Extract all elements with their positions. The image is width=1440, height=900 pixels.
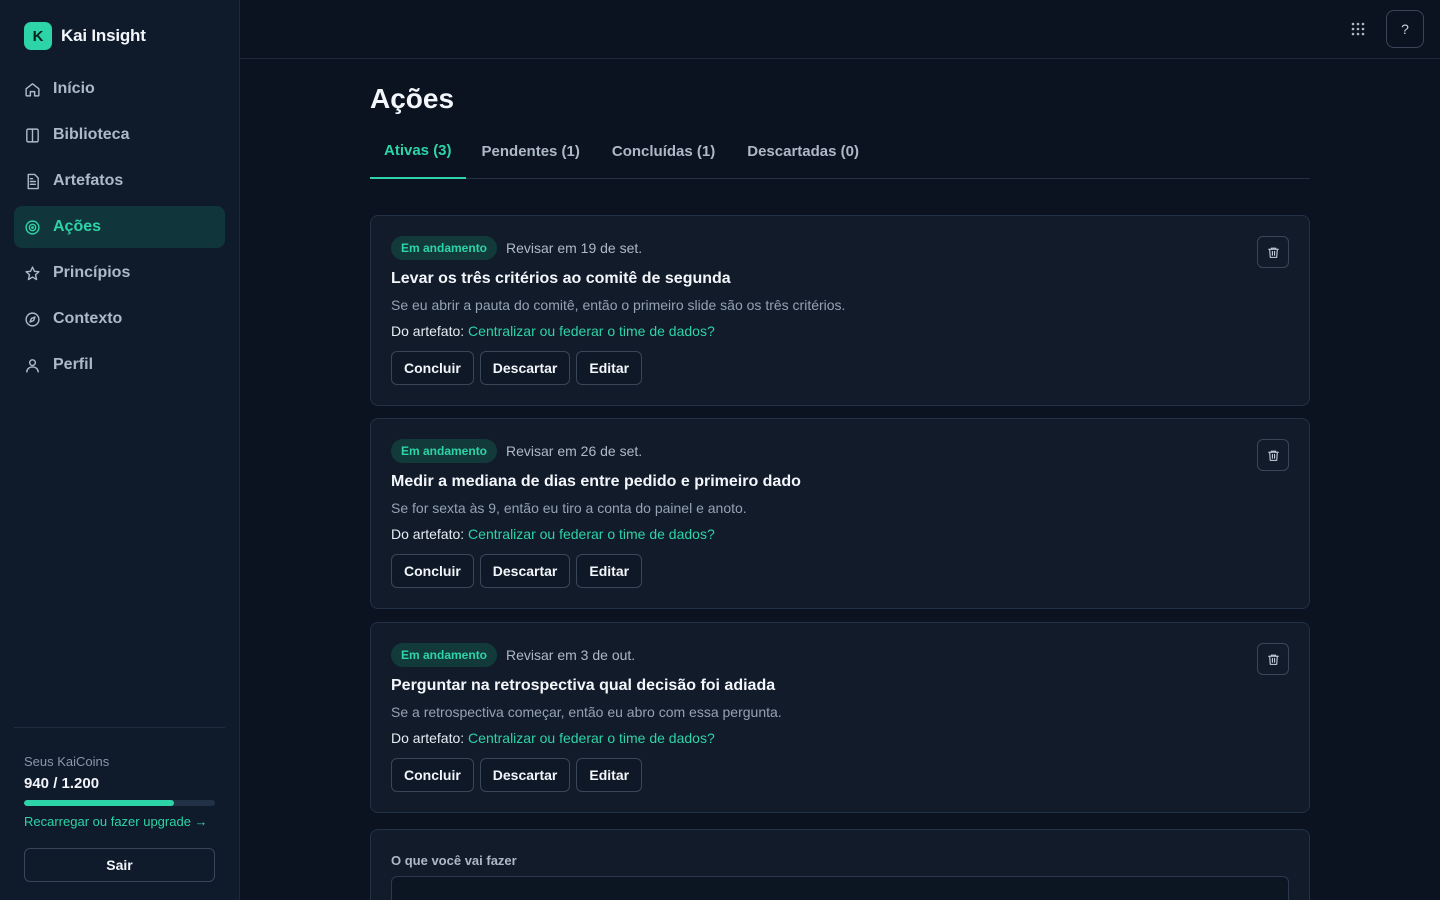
page-title: Ações <box>370 83 455 114</box>
new-action-form: O que você vai fazer <box>370 829 1310 900</box>
coins-value: 940 / 1.200 <box>24 775 100 792</box>
sidebar-item-artefatos[interactable]: Artefatos <box>14 160 225 202</box>
action-card: Em andamento Revisar em 26 de set. Medir… <box>370 418 1310 609</box>
document-icon <box>27 173 39 189</box>
source-link[interactable]: Centralizar ou federar o time de dados? <box>468 526 715 542</box>
action-title: Levar os três critérios ao comitê de seg… <box>391 270 731 287</box>
sidebar-item-label: Início <box>53 80 95 97</box>
brand[interactable]: K Kai Insight <box>24 22 146 50</box>
sidebar-item-perfil[interactable]: Perfil <box>14 344 225 386</box>
sidebar-item-label: Biblioteca <box>53 126 130 143</box>
brand-logo: K <box>24 22 52 50</box>
trash-icon <box>1267 654 1279 665</box>
status-badge: Em andamento <box>391 236 498 260</box>
discard-button[interactable]: Descartar <box>479 758 571 792</box>
star-icon <box>25 265 40 280</box>
trash-icon <box>1267 247 1279 258</box>
edit-button[interactable]: Editar <box>576 554 643 588</box>
tab-ativas[interactable]: Ativas (3) <box>370 133 466 179</box>
source-link[interactable]: Centralizar ou federar o time de dados? <box>468 730 715 746</box>
sidebar-item-label: Artefatos <box>53 172 124 189</box>
review-date: Revisar em 26 de set. <box>506 443 643 459</box>
delete-button[interactable] <box>1257 236 1289 268</box>
sidebar-item-contexto[interactable]: Contexto <box>14 298 225 340</box>
complete-button[interactable]: Concluir <box>391 758 474 792</box>
source-label: Do artefato: <box>391 730 465 746</box>
sidebar-item-principios[interactable]: Princípios <box>14 252 225 294</box>
action-buttons: Concluir Descartar Editar <box>391 554 643 588</box>
tabs: Ativas (3) Pendentes (1) Concluídas (1) … <box>370 133 1310 179</box>
logout-button[interactable]: Sair <box>24 848 215 882</box>
discard-button[interactable]: Descartar <box>479 554 571 588</box>
delete-button[interactable] <box>1257 643 1289 675</box>
trash-icon <box>1267 450 1279 461</box>
source-link[interactable]: Centralizar ou federar o time de dados? <box>468 323 715 339</box>
sidebar-item-biblioteca[interactable]: Biblioteca <box>14 114 225 156</box>
action-source: Do artefato: Centralizar ou federar o ti… <box>391 730 715 746</box>
book-icon <box>26 127 39 143</box>
action-buttons: Concluir Descartar Editar <box>391 351 643 385</box>
brand-name: Kai Insight <box>61 26 146 45</box>
coins-progress-bar <box>24 800 215 806</box>
help-button[interactable]: ? <box>1386 10 1424 48</box>
new-action-label: O que você vai fazer <box>391 853 517 868</box>
action-title: Medir a mediana de dias entre pedido e p… <box>391 473 801 490</box>
sidebar-item-label: Contexto <box>53 310 123 327</box>
complete-button[interactable]: Concluir <box>391 554 474 588</box>
complete-button[interactable]: Concluir <box>391 351 474 385</box>
action-card: Em andamento Revisar em 3 de out. Pergun… <box>370 622 1310 813</box>
action-description: Se a retrospectiva começar, então eu abr… <box>391 704 782 720</box>
delete-button[interactable] <box>1257 439 1289 471</box>
sidebar-item-inicio[interactable]: Início <box>14 68 225 110</box>
new-action-input[interactable] <box>391 876 1289 900</box>
action-source: Do artefato: Centralizar ou federar o ti… <box>391 526 715 542</box>
review-date: Revisar em 3 de out. <box>506 647 636 663</box>
status-badge: Em andamento <box>391 643 498 667</box>
target-icon <box>25 219 40 235</box>
sidebar-nav: Início Biblioteca Artefatos Ações Princí… <box>14 68 225 390</box>
action-title: Perguntar na retrospectiva qual decisão … <box>391 677 776 694</box>
status-badge: Em andamento <box>391 439 498 463</box>
edit-button[interactable]: Editar <box>576 758 643 792</box>
action-description: Se eu abrir a pauta do comitê, então o p… <box>391 297 846 313</box>
discard-button[interactable]: Descartar <box>479 351 571 385</box>
action-card: Em andamento Revisar em 19 de set. Levar… <box>370 215 1310 406</box>
tab-pendentes[interactable]: Pendentes (1) <box>466 133 596 179</box>
sidebar-item-acoes[interactable]: Ações <box>14 206 225 248</box>
home-icon <box>25 82 40 97</box>
tab-concluidas[interactable]: Concluídas (1) <box>596 133 731 179</box>
action-buttons: Concluir Descartar Editar <box>391 758 643 792</box>
sidebar-item-label: Princípios <box>53 264 131 281</box>
action-description: Se for sexta às 9, então eu tiro a conta… <box>391 500 747 516</box>
user-icon <box>26 358 39 373</box>
source-label: Do artefato: <box>391 323 465 339</box>
tab-descartadas[interactable]: Descartadas (0) <box>731 133 875 179</box>
apps-grid-icon[interactable] <box>1350 21 1366 37</box>
source-label: Do artefato: <box>391 526 465 542</box>
coins-label: Seus KaiCoins <box>24 754 110 769</box>
action-source: Do artefato: Centralizar ou federar o ti… <box>391 323 715 339</box>
edit-button[interactable]: Editar <box>576 351 643 385</box>
sidebar-item-label: Perfil <box>53 356 94 373</box>
upgrade-link[interactable]: Recarregar ou fazer upgrade → <box>24 814 208 829</box>
review-date: Revisar em 19 de set. <box>506 240 643 256</box>
sidebar-divider <box>14 727 225 728</box>
coins-progress-fill <box>24 800 174 806</box>
sidebar: K Kai Insight Início Biblioteca Artefato… <box>0 0 240 900</box>
topbar: ? <box>240 0 1440 59</box>
sidebar-item-label: Ações <box>53 218 102 235</box>
compass-icon <box>25 311 40 327</box>
